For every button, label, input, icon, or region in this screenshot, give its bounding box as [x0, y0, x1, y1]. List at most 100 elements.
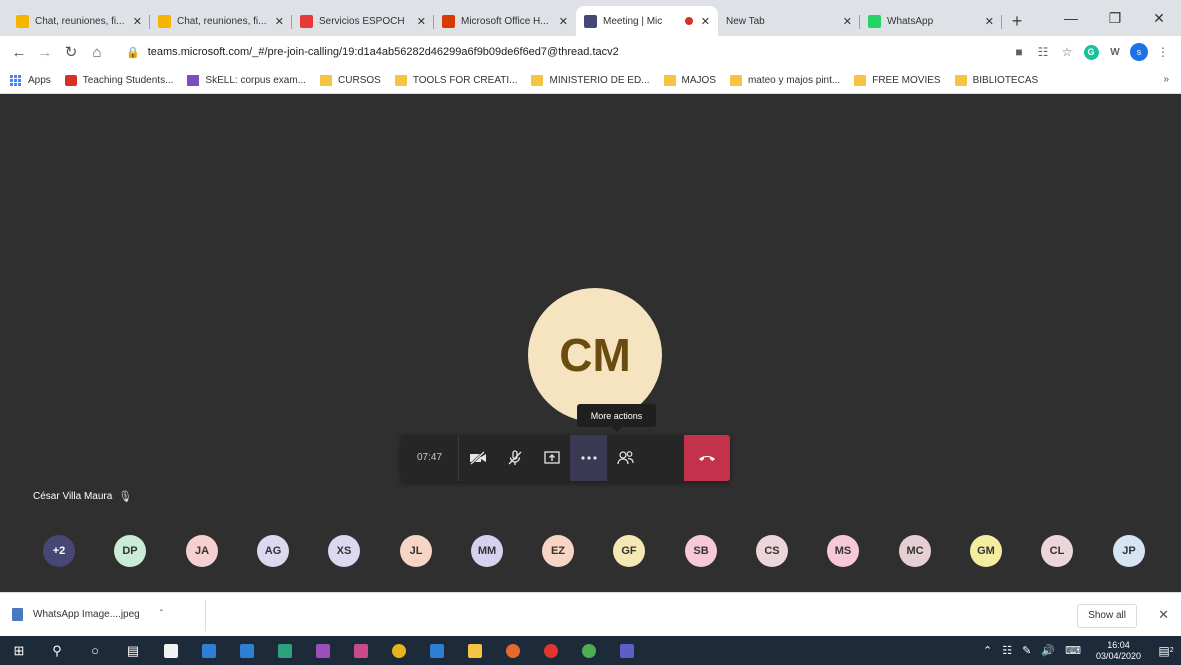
network-icon[interactable]: ☷: [1002, 644, 1012, 657]
app-icon-6[interactable]: [418, 636, 456, 665]
restore-icon[interactable]: ❐: [1093, 0, 1137, 36]
bookmark-item[interactable]: TOOLS FOR CREATI...: [394, 75, 517, 86]
close-tab-icon[interactable]: ✕: [843, 15, 852, 28]
participant-avatar[interactable]: AG: [257, 535, 289, 567]
keyboard-icon[interactable]: ⌨: [1065, 644, 1081, 657]
notification-icon[interactable]: ▤ 2: [1151, 636, 1181, 665]
forward-arrow-icon[interactable]: →: [32, 39, 58, 65]
file-explorer-icon[interactable]: [456, 636, 494, 665]
store-icon[interactable]: [152, 636, 190, 665]
translate-icon[interactable]: ☷: [1031, 40, 1055, 64]
camera-off-button[interactable]: [459, 435, 496, 481]
chrome-icon-2[interactable]: [570, 636, 608, 665]
participant-avatar[interactable]: JA: [186, 535, 218, 567]
teams-icon[interactable]: [608, 636, 646, 665]
volume-icon[interactable]: 🔊: [1041, 644, 1055, 657]
browser-toolbar: ← → ↻ ⌂ 🔒 teams.microsoft.com/_#/pre-joi…: [0, 36, 1181, 68]
show-participants-button[interactable]: [607, 435, 644, 481]
participant-avatar[interactable]: JP: [1113, 535, 1145, 567]
browser-tab[interactable]: Servicios ESPOCH ✕: [292, 6, 434, 36]
participant-avatar[interactable]: SB: [685, 535, 717, 567]
browser-tab[interactable]: Meeting | Mic ✕: [576, 6, 718, 36]
bookmark-item[interactable]: MINISTERIO DE ED...: [531, 75, 650, 86]
task-view-icon[interactable]: ▤: [114, 636, 152, 665]
participant-avatar[interactable]: GM: [970, 535, 1002, 567]
bookmark-item[interactable]: CURSOS: [320, 75, 381, 86]
app-icon-3[interactable]: [266, 636, 304, 665]
browser-tab[interactable]: WhatsApp ✕: [860, 6, 1002, 36]
participant-avatar[interactable]: XS: [328, 535, 360, 567]
back-arrow-icon[interactable]: ←: [6, 39, 32, 65]
tab-title: New Tab: [726, 15, 765, 27]
participant-avatar[interactable]: MC: [899, 535, 931, 567]
hang-up-button[interactable]: [684, 435, 730, 481]
bookmark-item[interactable]: FREE MOVIES: [854, 75, 941, 86]
close-window-icon[interactable]: ✕: [1137, 0, 1181, 36]
bookmark-item[interactable]: MAJOS: [663, 75, 716, 86]
close-tab-icon[interactable]: ✕: [275, 15, 284, 28]
participant-avatar[interactable]: MS: [827, 535, 859, 567]
home-icon[interactable]: ⌂: [84, 39, 110, 65]
minimize-icon[interactable]: —: [1049, 0, 1093, 36]
bookmark-label: CURSOS: [338, 75, 381, 86]
lock-icon: 🔒: [126, 46, 140, 59]
app-icon-4[interactable]: [304, 636, 342, 665]
close-tab-icon[interactable]: ✕: [559, 15, 568, 28]
cortana-icon[interactable]: ○: [76, 636, 114, 665]
folder-icon: [394, 75, 407, 86]
share-screen-icon: [543, 451, 560, 464]
pen-icon[interactable]: ✎: [1022, 644, 1031, 657]
more-participants-badge[interactable]: +2: [43, 535, 75, 567]
app-icon-5[interactable]: [342, 636, 380, 665]
bookmark-item[interactable]: Teaching Students...: [64, 75, 173, 86]
new-tab-button[interactable]: +: [1002, 6, 1032, 36]
search-icon[interactable]: ⚲: [38, 636, 76, 665]
close-shelf-icon[interactable]: ✕: [1158, 607, 1169, 623]
app-icon-8[interactable]: [532, 636, 570, 665]
bookmark-item[interactable]: mateo y majos pint...: [729, 75, 840, 86]
show-all-button[interactable]: Show all: [1077, 604, 1137, 628]
browser-tab[interactable]: New Tab ✕: [718, 6, 860, 36]
bookmark-item[interactable]: SkELL: corpus exam...: [187, 75, 306, 86]
clock[interactable]: 16:04 03/04/2020: [1096, 640, 1141, 662]
participant-avatar[interactable]: CL: [1041, 535, 1073, 567]
camera-extension-icon[interactable]: ■: [1007, 40, 1031, 64]
bookmark-label: FREE MOVIES: [872, 75, 941, 86]
close-tab-icon[interactable]: ✕: [417, 15, 426, 28]
chrome-icon[interactable]: [380, 636, 418, 665]
chevron-up-icon[interactable]: ˆ: [160, 609, 163, 620]
browser-tab[interactable]: Chat, reuniones, fi... ✕: [150, 6, 292, 36]
camera-off-icon: [469, 451, 486, 465]
browser-tab[interactable]: Chat, reuniones, fi... ✕: [8, 6, 150, 36]
tray-chevron-icon[interactable]: ⌃: [983, 644, 992, 657]
participant-avatar[interactable]: GF: [613, 535, 645, 567]
address-bar[interactable]: 🔒 teams.microsoft.com/_#/pre-join-callin…: [118, 39, 999, 65]
close-tab-icon[interactable]: ✕: [985, 15, 994, 28]
close-tab-icon[interactable]: ✕: [701, 15, 710, 28]
menu-kebab-icon[interactable]: ⋮: [1151, 40, 1175, 64]
mic-off-button[interactable]: [496, 435, 533, 481]
download-filename: WhatsApp Image....jpeg: [33, 609, 140, 620]
participant-avatar[interactable]: MM: [471, 535, 503, 567]
share-screen-button[interactable]: [533, 435, 570, 481]
participant-avatar[interactable]: CS: [756, 535, 788, 567]
app-icon-2[interactable]: [228, 636, 266, 665]
participant-avatar[interactable]: EZ: [542, 535, 574, 567]
participant-avatar[interactable]: DP: [114, 535, 146, 567]
w-extension-icon[interactable]: W: [1103, 40, 1127, 64]
app-icon-7[interactable]: [494, 636, 532, 665]
grammarly-icon[interactable]: G: [1079, 40, 1103, 64]
download-item[interactable]: WhatsApp Image....jpeg ˆ: [0, 598, 206, 631]
close-tab-icon[interactable]: ✕: [133, 15, 142, 28]
more-actions-button[interactable]: [570, 435, 607, 481]
bookmark-item[interactable]: Apps: [10, 75, 51, 86]
reload-icon[interactable]: ↻: [58, 39, 84, 65]
participant-avatar[interactable]: JL: [400, 535, 432, 567]
star-bookmark-icon[interactable]: ☆: [1055, 40, 1079, 64]
bookmark-item[interactable]: BIBLIOTECAS: [954, 75, 1038, 86]
app-icon-1[interactable]: [190, 636, 228, 665]
bookmarks-more-icon[interactable]: »: [1163, 74, 1169, 85]
windows-start-icon[interactable]: ⊞: [0, 636, 38, 665]
profile-avatar[interactable]: s: [1127, 40, 1151, 64]
browser-tab[interactable]: Microsoft Office H... ✕: [434, 6, 576, 36]
